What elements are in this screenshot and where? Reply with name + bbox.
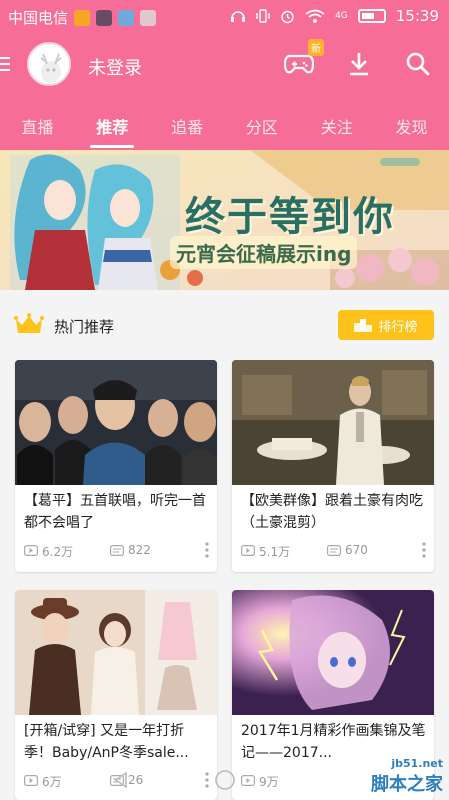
app-header: 中国电信 4G 15:39 未登录 新 直播 推荐 追番 分区 关注 发现 <box>0 0 449 150</box>
video-meta: 5.1万 670 <box>241 541 431 561</box>
podium-icon <box>354 319 373 332</box>
notification-icon <box>140 9 157 26</box>
network-label: 4G <box>335 11 348 21</box>
tab-category[interactable]: 分区 <box>224 108 299 150</box>
promo-banner[interactable]: 终于等到你 元宵会征稿展示ing <box>0 150 449 290</box>
video-card[interactable]: 【葛平】五首联唱，听完一首都不会唱了 6.2万 822 <box>15 360 217 572</box>
battery-icon <box>357 9 386 23</box>
danmaku-icon <box>110 775 124 786</box>
view-count: 6.2万 <box>42 545 74 559</box>
video-card[interactable]: 【欧美群像】跟着土豪有肉吃（土豪混剪） 5.1万 670 <box>232 360 434 572</box>
danmaku-icon <box>110 545 124 556</box>
video-title[interactable]: [开箱/试穿] 又是一年打折季！Baby/AnP冬季sale... <box>24 720 212 764</box>
video-title[interactable]: 【葛平】五首联唱，听完一首都不会唱了 <box>24 490 212 534</box>
notification-icon <box>74 9 91 26</box>
danmaku-count: 26 <box>128 773 144 787</box>
section-title: 热门推荐 <box>54 318 115 336</box>
video-title[interactable]: 【欧美群像】跟着土豪有肉吃（土豪混剪） <box>241 490 429 534</box>
banner-title: 终于等到你 <box>185 194 395 240</box>
vibrate-icon <box>256 9 270 23</box>
tab-discover[interactable]: 发现 <box>374 108 449 150</box>
tab-live[interactable]: 直播 <box>0 108 75 150</box>
play-icon <box>241 545 255 556</box>
more-icon[interactable] <box>204 771 210 789</box>
main-tabs: 直播 推荐 追番 分区 关注 发现 <box>0 108 449 150</box>
danmaku-icon <box>327 545 341 556</box>
video-thumbnail <box>15 360 217 485</box>
watermark: jb51.net 脚本之家 <box>371 757 443 796</box>
crown-icon <box>14 313 44 333</box>
tab-anime[interactable]: 追番 <box>150 108 225 150</box>
video-meta: 6.2万 822 <box>24 541 214 561</box>
video-thumbnail <box>232 360 434 485</box>
notification-icon <box>96 9 113 26</box>
video-thumbnail <box>232 590 434 715</box>
play-icon <box>24 545 38 556</box>
rank-button[interactable]: 排行榜 <box>338 310 434 340</box>
play-icon <box>24 775 38 786</box>
danmaku-count: 822 <box>128 543 151 557</box>
new-badge: 新 <box>308 39 324 56</box>
rank-button-label: 排行榜 <box>378 319 418 335</box>
view-count: 6万 <box>42 775 62 789</box>
more-icon[interactable] <box>421 541 427 559</box>
clock: 15:39 <box>395 7 439 25</box>
top-bar: 未登录 新 <box>0 38 449 94</box>
avatar[interactable] <box>27 42 71 86</box>
hot-recommend-header: 热门推荐 排行榜 <box>0 300 449 352</box>
search-icon[interactable] <box>405 51 431 77</box>
download-icon[interactable] <box>347 51 371 77</box>
watermark-url: jb51.net <box>391 757 443 770</box>
video-meta: 6万 26 <box>24 771 214 791</box>
headphone-icon <box>231 11 246 22</box>
video-thumbnail <box>15 590 217 715</box>
wifi-icon <box>305 9 325 23</box>
view-count: 9万 <box>259 775 279 789</box>
login-status[interactable]: 未登录 <box>88 54 142 80</box>
view-count: 5.1万 <box>259 545 291 559</box>
menu-icon[interactable] <box>0 57 10 73</box>
more-icon[interactable] <box>204 541 210 559</box>
alarm-icon <box>281 10 294 23</box>
avatar-placeholder-icon <box>29 44 69 84</box>
carrier-label: 中国电信 <box>8 9 69 27</box>
tab-recommend[interactable]: 推荐 <box>75 108 150 150</box>
danmaku-count: 670 <box>345 543 368 557</box>
video-card[interactable]: [开箱/试穿] 又是一年打折季！Baby/AnP冬季sale... 6万 26 <box>15 590 217 800</box>
play-icon <box>241 775 255 786</box>
watermark-name: 脚本之家 <box>371 774 443 795</box>
status-bar: 中国电信 4G 15:39 <box>0 0 449 32</box>
tab-following[interactable]: 关注 <box>299 108 374 150</box>
notification-icon <box>118 9 135 26</box>
banner-subtitle: 元宵会征稿展示ing <box>170 236 358 269</box>
